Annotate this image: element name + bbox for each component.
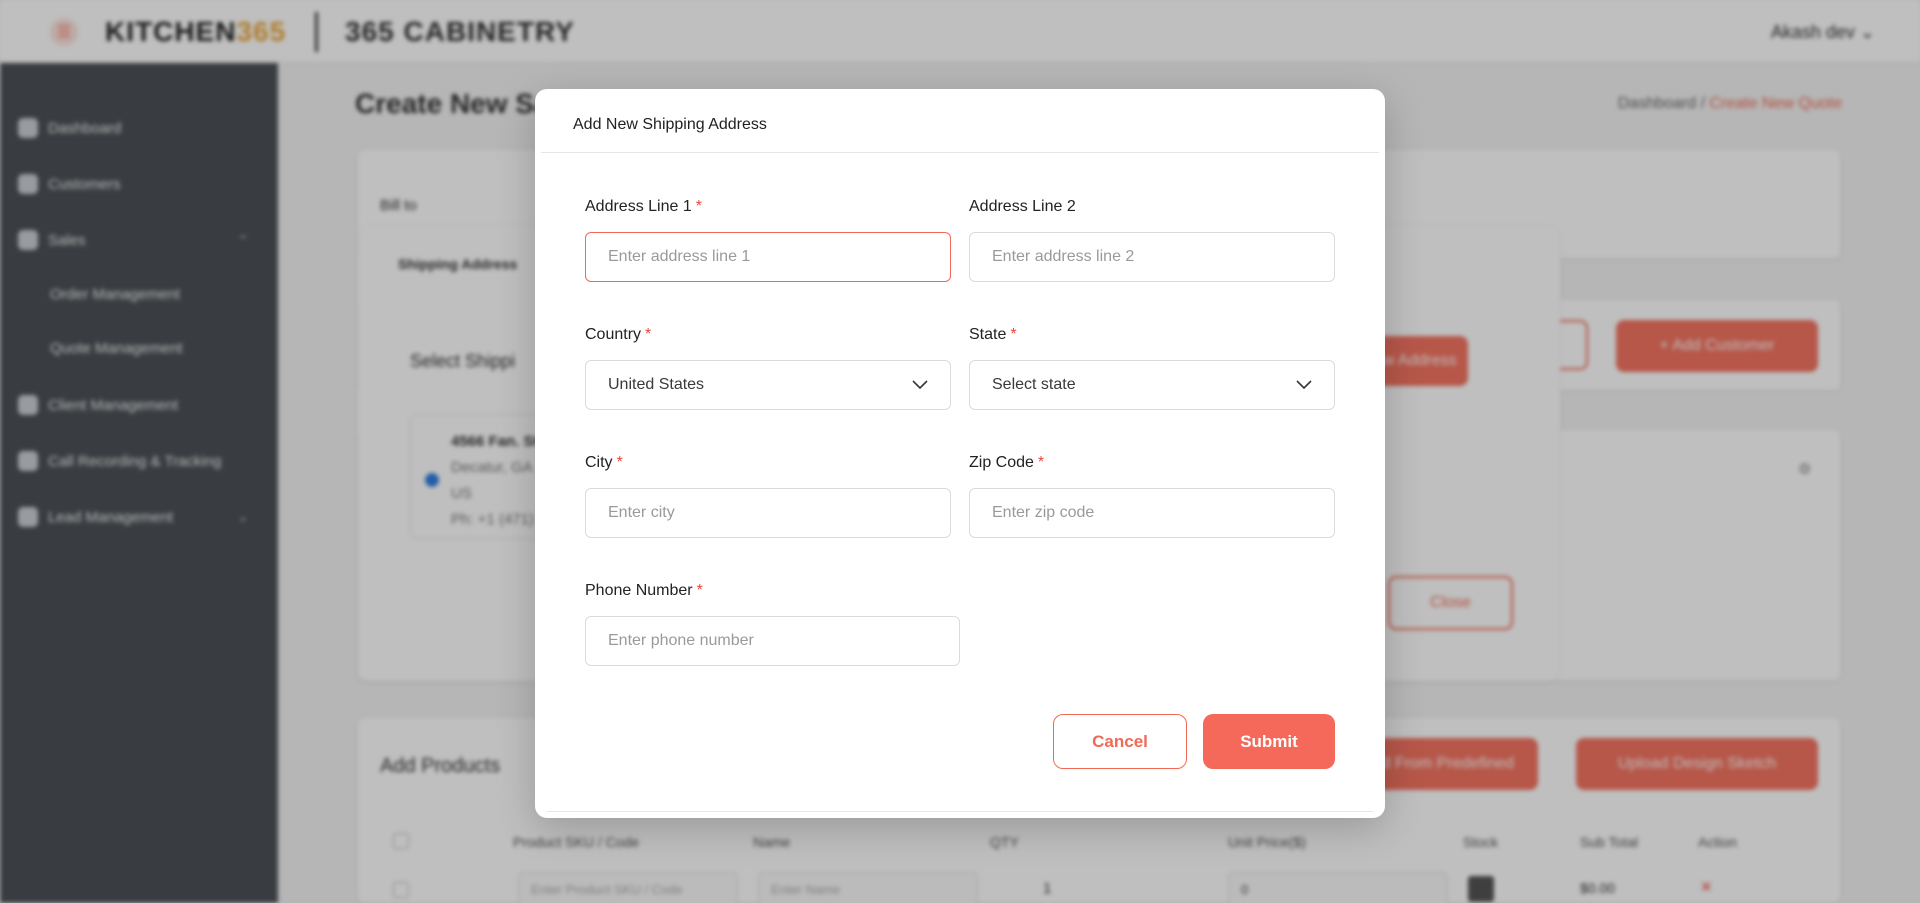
state-value: Select state (992, 376, 1076, 393)
country-label: Country * (585, 326, 652, 343)
submit-button[interactable]: Submit (1203, 714, 1335, 769)
state-select[interactable]: Select state (969, 360, 1335, 410)
country-value: United States (608, 376, 705, 393)
zip-code-field[interactable] (969, 488, 1335, 538)
address-line1-label: Address Line 1 * (585, 198, 702, 215)
add-shipping-address-modal: Add New Shipping Address Address Line 1 *… (535, 89, 1385, 818)
modal-title: Add New Shipping Address (573, 116, 767, 133)
chevron-down-icon (912, 380, 928, 390)
country-select[interactable]: United States (585, 360, 951, 410)
phone-number-label: Phone Number * (585, 582, 703, 599)
required-marker: * (1010, 326, 1017, 343)
chevron-down-icon (1296, 380, 1312, 390)
cancel-button[interactable]: Cancel (1053, 714, 1187, 769)
address-line2-field[interactable] (969, 232, 1335, 282)
required-marker: * (645, 326, 652, 343)
address-line2-label: Address Line 2 (969, 198, 1076, 215)
phone-number-input[interactable] (608, 632, 937, 650)
zip-code-input[interactable] (992, 504, 1312, 522)
city-field[interactable] (585, 488, 951, 538)
address-line1-input[interactable] (608, 248, 928, 266)
required-marker: * (616, 454, 623, 471)
required-marker: * (1037, 454, 1045, 471)
city-label: City * (585, 454, 623, 471)
address-line1-field[interactable] (585, 232, 951, 282)
phone-number-field[interactable] (585, 616, 960, 666)
required-marker: * (696, 582, 703, 599)
zip-code-label: Zip Code * (969, 454, 1045, 471)
required-marker: * (695, 198, 702, 215)
modal-footer-divider (547, 811, 1373, 812)
state-label: State * (969, 326, 1017, 343)
address-line2-input[interactable] (992, 248, 1312, 266)
city-input[interactable] (608, 504, 928, 522)
modal-header-divider (541, 152, 1379, 153)
